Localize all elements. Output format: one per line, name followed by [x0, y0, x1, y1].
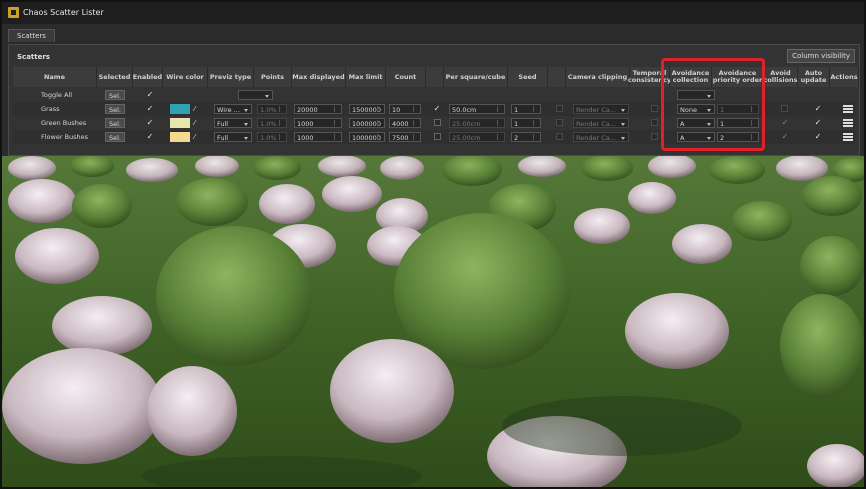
viewport-render — [2, 156, 864, 487]
col-header-previz-type[interactable]: Previz type — [208, 67, 254, 87]
previz-type-dropdown[interactable]: Wire ... — [214, 104, 252, 114]
avoid-collisions-checkbox[interactable] — [781, 105, 788, 112]
hamburger-menu-icon[interactable] — [843, 118, 853, 128]
wire-color-swatch[interactable] — [170, 132, 190, 142]
eyedropper-icon[interactable]: ⁄ — [194, 104, 202, 114]
col-header-wire-color[interactable]: Wire color — [163, 67, 208, 87]
col-header-avoid-collisions[interactable]: Avoid collisions — [763, 67, 798, 87]
max-limit-spinner[interactable]: 1000000 — [349, 118, 385, 128]
section-title: Scatters — [17, 53, 50, 61]
max-limit-spinner[interactable]: 1000000 — [349, 132, 385, 142]
points-spinner[interactable]: 1.0% — [257, 118, 287, 128]
points-spinner[interactable]: 1.0% — [257, 132, 287, 142]
previz-type-dropdown[interactable]: Full — [214, 118, 252, 128]
hamburger-menu-icon[interactable] — [843, 104, 853, 114]
tab-bar: Scatters — [8, 29, 55, 44]
col-header-enabled[interactable]: Enabled — [133, 67, 163, 87]
camera-clipping-dropdown[interactable]: Render Ca... — [573, 104, 629, 114]
avoid-collisions-checkbox[interactable]: ✓ — [780, 118, 790, 128]
count-spinner[interactable]: 7500 — [389, 132, 421, 142]
title-bar: Chaos Scatter Lister — [2, 2, 864, 24]
row-name: Flower Bushes — [41, 133, 89, 141]
col-header-auto-update[interactable]: Auto update — [798, 67, 830, 87]
per-square-spinner[interactable]: 25.00cm — [449, 132, 505, 142]
camera-clipping-dropdown[interactable]: Render Ca... — [573, 132, 629, 142]
density-checkbox[interactable] — [434, 133, 441, 140]
enabled-checkbox[interactable]: ✓ — [145, 132, 155, 142]
app-logo-icon — [8, 7, 19, 18]
eyedropper-icon[interactable]: ⁄ — [194, 118, 202, 128]
temporal-consistency-checkbox[interactable] — [651, 133, 658, 140]
app-window: Chaos Scatter Lister Scatters Scatters C… — [0, 0, 866, 489]
column-visibility-button[interactable]: Column visibility — [787, 49, 855, 63]
max-displayed-spinner[interactable]: 1000 — [294, 118, 342, 128]
max-displayed-spinner[interactable]: 20000 — [294, 104, 342, 114]
per-square-spinner[interactable]: 25.00cm — [449, 118, 505, 128]
seed-spinner[interactable]: 1 — [511, 118, 541, 128]
col-header-points[interactable]: Points — [254, 67, 292, 87]
count-spinner[interactable]: 4000 — [389, 118, 421, 128]
seed-spinner[interactable]: 1 — [511, 104, 541, 114]
wire-color-swatch[interactable] — [170, 104, 190, 114]
auto-update-checkbox[interactable]: ✓ — [813, 104, 823, 114]
window-title: Chaos Scatter Lister — [23, 8, 104, 17]
temporal-consistency-checkbox[interactable] — [651, 105, 658, 112]
auto-update-checkbox[interactable]: ✓ — [813, 132, 823, 142]
select-button[interactable]: Sel. — [105, 132, 125, 142]
col-header-per-square[interactable]: Per square/cube — [444, 67, 508, 87]
enabled-checkbox[interactable]: ✓ — [145, 90, 155, 100]
points-spinner[interactable]: 1.0% — [257, 104, 287, 114]
density-checkbox[interactable] — [434, 119, 441, 126]
wire-color-swatch[interactable] — [170, 118, 190, 128]
enabled-checkbox[interactable]: ✓ — [145, 118, 155, 128]
temporal-consistency-checkbox[interactable] — [651, 119, 658, 126]
avoid-collisions-checkbox[interactable]: ✓ — [780, 132, 790, 142]
select-button[interactable]: Sel. — [105, 118, 125, 128]
max-displayed-spinner[interactable]: 1000 — [294, 132, 342, 142]
camera-clip-checkbox[interactable] — [556, 133, 563, 140]
eyedropper-icon[interactable]: ⁄ — [194, 132, 202, 142]
col-header-count[interactable]: Count — [386, 67, 426, 87]
select-button[interactable]: Sel. — [105, 104, 125, 114]
col-header-density[interactable] — [426, 67, 444, 87]
seed-spinner[interactable]: 2 — [511, 132, 541, 142]
col-header-selected[interactable]: Selected — [97, 67, 133, 87]
count-spinner[interactable]: 10 — [389, 104, 421, 114]
auto-update-checkbox[interactable]: ✓ — [813, 118, 823, 128]
per-square-spinner[interactable]: 50.0cm — [449, 104, 505, 114]
row-name: Green Bushes — [41, 119, 87, 127]
camera-clip-checkbox[interactable] — [556, 105, 563, 112]
density-checkbox[interactable]: ✓ — [432, 104, 442, 114]
col-header-seed[interactable]: Seed — [508, 67, 548, 87]
scene-image — [2, 156, 864, 487]
col-header-camera-toggle[interactable] — [548, 67, 566, 87]
row-name: Grass — [41, 105, 60, 113]
avoidance-columns-highlight — [661, 58, 765, 151]
tab-scatters[interactable]: Scatters — [8, 29, 55, 42]
camera-clipping-dropdown[interactable]: Render Ca... — [573, 118, 629, 128]
max-limit-spinner[interactable]: 1500000 — [349, 104, 385, 114]
col-header-max-limit[interactable]: Max limit — [346, 67, 386, 87]
hamburger-menu-icon[interactable] — [843, 132, 853, 142]
select-button[interactable]: Sel. — [105, 90, 125, 100]
col-header-camera-clipping[interactable]: Camera clipping — [566, 67, 630, 87]
previz-type-dropdown[interactable]: Full — [214, 132, 252, 142]
col-header-max-displayed[interactable]: Max displayed — [292, 67, 346, 87]
previz-type-dropdown[interactable] — [238, 90, 273, 100]
col-header-name[interactable]: Name — [13, 67, 97, 87]
camera-clip-checkbox[interactable] — [556, 119, 563, 126]
enabled-checkbox[interactable]: ✓ — [145, 104, 155, 114]
row-name: Toggle All — [41, 91, 73, 99]
col-header-actions[interactable]: Actions — [830, 67, 859, 87]
